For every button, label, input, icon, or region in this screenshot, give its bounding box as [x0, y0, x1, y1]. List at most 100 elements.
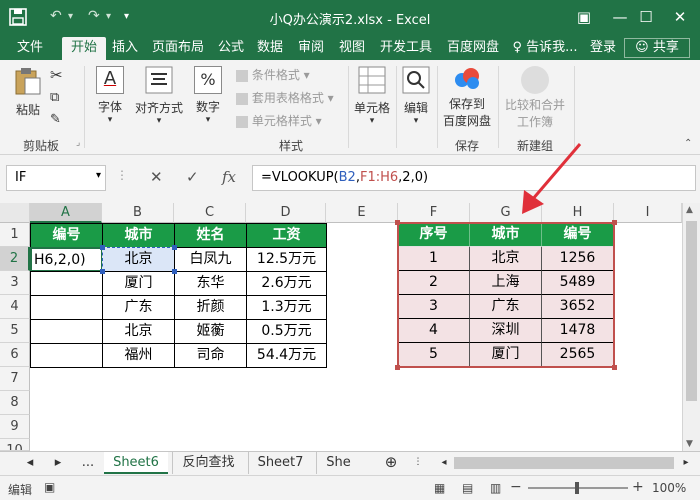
format-as-table-button[interactable]: 套用表格格式 ▾ [236, 89, 334, 106]
range-handle[interactable] [172, 269, 177, 274]
table2-cell[interactable]: 上海 [470, 271, 542, 295]
page-break-view-icon[interactable]: ▥ [490, 481, 501, 495]
paste-button[interactable]: 粘贴 [10, 66, 46, 118]
tab-formulas[interactable]: 公式 [214, 37, 248, 60]
table1-cell[interactable] [30, 319, 103, 344]
column-header[interactable]: C [174, 203, 246, 223]
table2-cell[interactable]: 2565 [542, 343, 614, 367]
tab-data[interactable]: 数据 [253, 37, 287, 60]
tab-review[interactable]: 审阅 [294, 37, 328, 60]
zoom-in-button[interactable]: + [632, 479, 644, 495]
table2-cell[interactable]: 3 [398, 295, 470, 319]
row-header[interactable]: 10 [0, 439, 30, 451]
font-button[interactable]: A 字体 ▾ [90, 66, 130, 125]
maximize-button[interactable]: ☐ [628, 4, 664, 30]
editing-button[interactable]: 编辑 ▾ [400, 66, 432, 126]
macro-record-icon[interactable]: ▣ [44, 480, 55, 494]
table1-cell[interactable] [30, 295, 103, 320]
table1-cell[interactable]: 12.5万元 [246, 247, 327, 272]
cancel-icon[interactable]: ✕ [150, 168, 163, 186]
clipboard-launcher-icon[interactable]: ⌟ [76, 138, 80, 148]
compare-merge-button[interactable]: 比较和合并 工作簿 [500, 66, 570, 130]
row-header[interactable]: 5 [0, 319, 30, 343]
row-header[interactable]: 4 [0, 295, 30, 319]
scroll-up-icon[interactable]: ▲ [686, 205, 693, 215]
page-layout-view-icon[interactable]: ▤ [462, 481, 473, 495]
table1-cell[interactable]: 厦门 [102, 271, 175, 296]
range-handle[interactable] [100, 269, 105, 274]
table2-header-cell[interactable]: 序号 [398, 223, 470, 247]
table1-cell[interactable] [30, 271, 103, 296]
split-handle-icon[interactable]: ⋮ [408, 452, 428, 474]
copy-icon[interactable]: ⧉ [50, 90, 59, 105]
table2-header-cell[interactable]: 城市 [470, 223, 542, 247]
table1-cell[interactable]: 姬蘅 [174, 319, 247, 344]
sheet-more-left[interactable]: ... [76, 452, 100, 474]
column-header[interactable]: B [102, 203, 174, 223]
number-button[interactable]: % 数字 ▾ [190, 66, 226, 125]
table2-cell[interactable]: 5 [398, 343, 470, 367]
insert-function-icon[interactable]: fx [222, 168, 236, 186]
cells-button[interactable]: 单元格 ▾ [352, 66, 392, 126]
zoom-out-button[interactable]: − [510, 479, 522, 495]
column-header[interactable]: F [398, 203, 470, 223]
zoom-slider-thumb[interactable] [575, 482, 579, 494]
tab-developer[interactable]: 开发工具 [376, 37, 436, 60]
range-handle[interactable] [612, 220, 617, 225]
sheet-tab-sheet6[interactable]: Sheet6 [104, 452, 168, 474]
range-handle[interactable] [172, 245, 177, 250]
sheet-prev-icon[interactable]: ◂ [22, 452, 38, 474]
table1-cell[interactable]: 东华 [174, 271, 247, 296]
format-painter-icon[interactable]: ✎ [50, 112, 61, 127]
select-all-corner[interactable] [0, 203, 30, 223]
range-handle[interactable] [395, 220, 400, 225]
table2-cell[interactable]: 厦门 [470, 343, 542, 367]
table2-cell[interactable]: 1 [398, 247, 470, 271]
ribbon-display-options-icon[interactable]: ▣ [566, 4, 602, 30]
horizontal-scroll-thumb[interactable] [454, 457, 674, 469]
table1-cell[interactable]: 司命 [174, 343, 247, 368]
table2-cell[interactable]: 5489 [542, 271, 614, 295]
table2-cell[interactable]: 广东 [470, 295, 542, 319]
table1-cell-b2-referenced[interactable]: 北京 [102, 247, 175, 272]
row-header[interactable]: 8 [0, 391, 30, 415]
conditional-format-button[interactable]: 条件格式 ▾ [236, 66, 310, 83]
table1-cell[interactable]: 0.5万元 [246, 319, 327, 344]
sheet-tab-sheet7[interactable]: Sheet7 [248, 452, 312, 474]
table1-header-cell[interactable]: 城市 [102, 223, 175, 248]
tab-page-layout[interactable]: 页面布局 [148, 37, 208, 60]
zoom-level[interactable]: 100% [652, 481, 686, 495]
close-button[interactable]: ✕ [662, 4, 698, 30]
tab-home[interactable]: 开始 [62, 37, 106, 60]
table1-cell[interactable]: 54.4万元 [246, 343, 327, 368]
table1-cell[interactable]: 福州 [102, 343, 175, 368]
sheet-tab-partial[interactable]: She [316, 452, 360, 474]
row-header[interactable]: 6 [0, 343, 30, 367]
scroll-thumb[interactable] [686, 221, 697, 401]
tab-file[interactable]: 文件 [8, 37, 52, 60]
active-cell-a2[interactable]: H6,2,0) [30, 247, 103, 272]
alignment-button[interactable]: 对齐方式 ▾ [134, 66, 184, 126]
table1-cell[interactable]: 折颜 [174, 295, 247, 320]
table1-header-cell[interactable]: 编号 [30, 223, 103, 248]
table1-cell[interactable] [30, 343, 103, 368]
table2-cell[interactable]: 1256 [542, 247, 614, 271]
name-box[interactable]: IF ▾ [6, 165, 106, 191]
cut-icon[interactable]: ✂ [50, 66, 63, 84]
table2-cell[interactable]: 1478 [542, 319, 614, 343]
table1-header-cell[interactable]: 姓名 [174, 223, 247, 248]
table2-header-cell[interactable]: 编号 [542, 223, 614, 247]
add-sheet-icon[interactable]: ⊕ [380, 452, 402, 474]
vertical-scrollbar[interactable]: ▲ ▼ [682, 203, 700, 451]
table2-cell[interactable]: 3652 [542, 295, 614, 319]
table1-cell[interactable]: 北京 [102, 319, 175, 344]
column-header[interactable]: D [246, 203, 326, 223]
sheet-next-icon[interactable]: ▸ [50, 452, 66, 474]
row-header[interactable]: 2 [0, 247, 30, 271]
tab-view[interactable]: 视图 [335, 37, 369, 60]
row-header[interactable]: 9 [0, 415, 30, 439]
table2-cell[interactable]: 深圳 [470, 319, 542, 343]
table1-cell[interactable]: 广东 [102, 295, 175, 320]
table1-header-cell[interactable]: 工资 [246, 223, 327, 248]
row-header[interactable]: 7 [0, 367, 30, 391]
